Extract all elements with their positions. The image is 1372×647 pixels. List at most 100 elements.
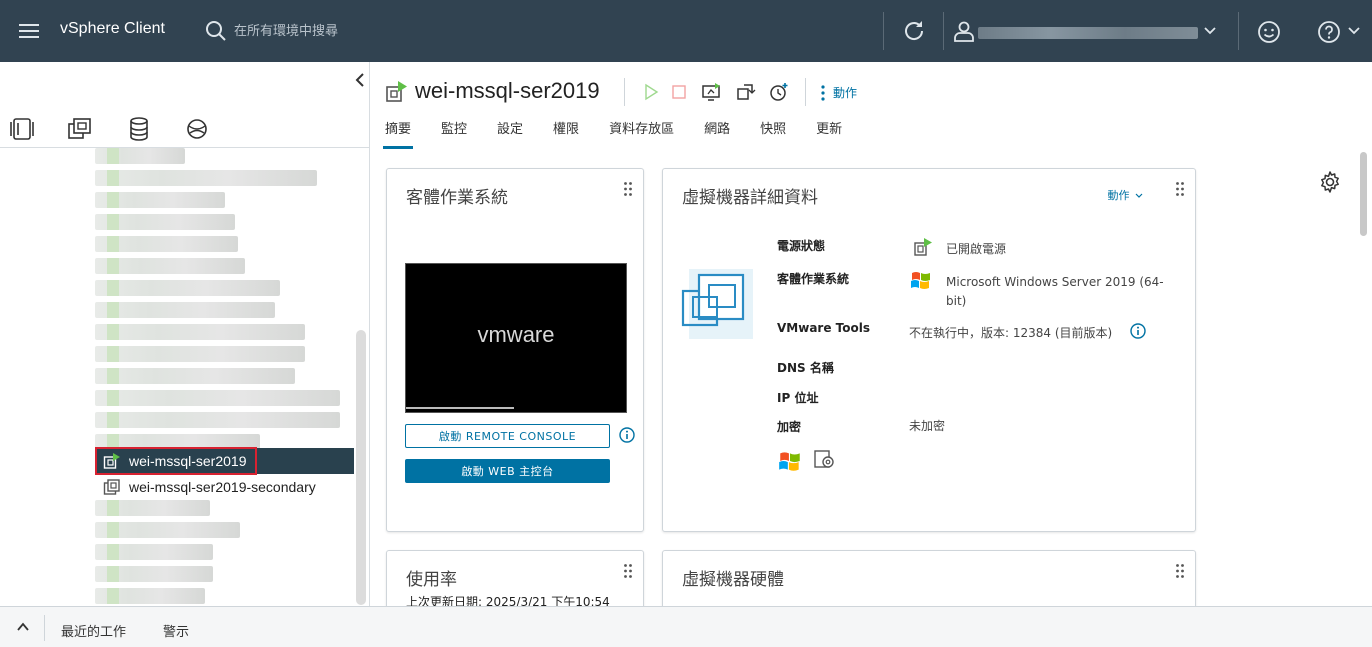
networking-icon[interactable] [183,116,211,142]
power-state-value: 已開啟電源 [946,242,1007,256]
actions-label: 動作 [833,86,858,100]
launch-remote-console-button[interactable]: 啟動 REMOTE CONSOLE [405,424,610,448]
tree-item-redacted[interactable] [95,324,305,340]
tree-item-redacted[interactable] [95,346,305,362]
tab-snapshots[interactable]: 快照 [760,120,786,146]
vm-illustration-icon [681,269,753,339]
drag-handle-icon[interactable] [1175,181,1185,197]
main-scrollbar-thumb[interactable] [1360,152,1367,236]
tree-item-label: wei-mssql-ser2019-secondary [129,479,316,495]
tree-item-redacted[interactable] [95,544,213,560]
search-icon[interactable] [205,20,227,42]
selection-highlight-outline [95,447,257,475]
tree-item-redacted[interactable] [95,566,213,582]
tree-item-redacted[interactable] [95,412,340,428]
snapshot-icon[interactable] [769,82,789,102]
info-icon[interactable] [619,427,635,443]
inventory-tree: wei-mssql-ser2019 wei-mssql-ser2019-seco… [0,148,356,606]
migrate-icon[interactable] [736,82,756,102]
tab-summary[interactable]: 摘要 [382,120,414,149]
vmware-tools-label: VMware Tools [777,321,870,335]
chevron-down-icon[interactable] [1347,24,1361,38]
inventory-view-tabs [0,112,370,148]
power-off-icon[interactable] [669,82,689,102]
recent-tasks-tab[interactable]: 最近的工作 [61,621,126,640]
vm-icon [103,479,120,495]
tree-scrollbar[interactable] [356,330,366,605]
console-preview[interactable]: vmware [405,263,627,413]
refresh-icon[interactable] [902,19,926,43]
chevron-down-icon [1135,193,1143,198]
tab-updates[interactable]: 更新 [816,120,842,146]
tree-item-redacted[interactable] [95,214,235,230]
tab-datastores[interactable]: 資料存放區 [609,120,674,146]
tree-item-vm[interactable]: wei-mssql-ser2019-secondary [95,474,316,500]
app-title: vSphere Client [60,20,165,37]
tree-item-redacted[interactable] [95,148,185,164]
console-progress-bar [406,407,514,409]
toolbar-divider [624,78,625,106]
menu-icon[interactable] [18,20,40,42]
ip-address-label: IP 位址 [777,391,819,405]
dns-name-label: DNS 名稱 [777,361,834,375]
hosts-clusters-icon[interactable] [8,116,36,142]
card-actions-label: 動作 [1107,189,1130,202]
vmware-tools-value: 不在執行中，版本: 12384 (目前版本) [909,326,1113,340]
launch-web-console-button[interactable]: 啟動 WEB 主控台 [405,459,610,483]
drag-handle-icon[interactable] [623,181,633,197]
card-title: 虛擬機器詳細資料 [682,188,818,208]
tree-item-redacted[interactable] [95,522,240,538]
card-actions-dropdown[interactable]: 動作 [1108,187,1144,203]
header-divider [1238,12,1239,50]
feedback-smiley-icon[interactable] [1257,20,1281,44]
vm-title: wei-mssql-ser2019 [415,78,600,103]
encryption-value: 未加密 [909,419,946,433]
tree-item-redacted[interactable] [95,192,225,208]
tab-networks[interactable]: 網路 [704,120,730,146]
collapse-pane-icon[interactable] [354,72,366,88]
alarms-tab[interactable]: 警示 [163,621,189,640]
vm-settings-icon [814,450,834,468]
chevron-down-icon[interactable] [1203,24,1217,38]
tree-item-redacted[interactable] [95,500,210,516]
tree-item-redacted[interactable] [95,588,205,604]
header-divider [883,12,884,50]
info-icon[interactable] [1130,323,1146,339]
tree-item-redacted[interactable] [95,302,275,318]
tab-monitor[interactable]: 監控 [441,120,467,146]
card-title: 虛擬機器硬體 [682,570,784,590]
tree-item-redacted[interactable] [95,236,238,252]
launch-console-icon[interactable] [701,82,721,102]
user-icon[interactable] [953,20,975,42]
guest-os-value: Microsoft Windows Server 2019 (64-bit) [946,275,1164,308]
header-divider [943,12,944,50]
chevron-up-icon[interactable] [16,620,30,634]
tree-item-redacted[interactable] [95,368,295,384]
user-name-redacted[interactable] [978,27,1198,39]
vmware-logo: vmware [477,322,555,347]
tree-item-redacted[interactable] [95,170,317,186]
drag-handle-icon[interactable] [623,563,633,579]
drag-handle-icon[interactable] [1175,563,1185,579]
top-header: vSphere Client [0,0,1372,62]
tab-permissions[interactable]: 權限 [553,120,579,146]
global-search-input[interactable] [234,19,534,43]
card-title: 使用率 [406,570,457,590]
power-on-icon[interactable] [641,82,661,102]
tree-item-redacted[interactable] [95,280,280,296]
tree-item-redacted[interactable] [95,390,340,406]
help-icon[interactable] [1317,20,1341,44]
guest-os-label: 客體作業系統 [777,272,850,286]
guest-os-card: 客體作業系統 vmware 啟動 REMOTE CONSOLE 啟動 WEB 主… [386,168,644,532]
card-title: 客體作業系統 [406,188,508,208]
tree-item-redacted[interactable] [95,258,245,274]
actions-menu-button[interactable]: 動作 [821,84,857,101]
storage-icon[interactable] [125,116,153,142]
tab-configure[interactable]: 設定 [497,120,523,146]
encryption-label: 加密 [777,420,802,434]
bottom-divider [44,615,45,641]
windows-logo-icon [911,272,930,289]
power-on-state-icon [914,238,932,256]
vms-templates-icon[interactable] [66,116,94,142]
gear-icon[interactable] [1318,170,1342,194]
